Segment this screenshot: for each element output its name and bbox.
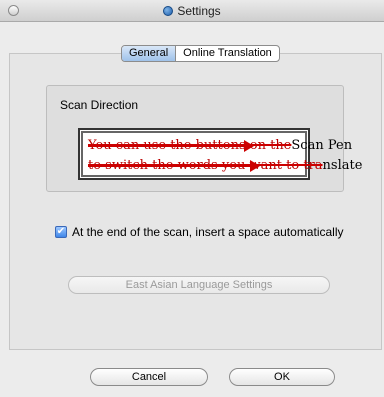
- title-bar: Settings: [0, 0, 384, 22]
- scan-arrow-line-2: [88, 165, 252, 167]
- scan-direction-label: Scan Direction: [60, 98, 139, 112]
- window-title: Settings: [177, 4, 221, 18]
- ok-button[interactable]: OK: [229, 368, 335, 386]
- tab-online-translation[interactable]: Online Translation: [176, 46, 279, 61]
- auto-space-checkbox[interactable]: ✔: [55, 226, 67, 238]
- demo-line-1-end: Scan Pen: [291, 138, 353, 153]
- demo-line-2-end: nslate: [322, 158, 363, 173]
- cancel-button[interactable]: Cancel: [90, 368, 208, 386]
- auto-space-label: At the end of the scan, insert a space a…: [72, 225, 344, 239]
- tab-general[interactable]: General: [122, 46, 177, 61]
- scan-direction-demo[interactable]: You can use the buttons on theScan Pen t…: [78, 128, 362, 180]
- demo-line-1: You can use the buttons on theScan Pen: [88, 136, 352, 156]
- app-icon: [163, 6, 174, 16]
- tab-bar: General Online Translation: [121, 45, 280, 62]
- east-asian-language-settings-button[interactable]: East Asian Language Settings: [68, 276, 330, 294]
- auto-space-option[interactable]: ✔ At the end of the scan, insert a space…: [55, 225, 344, 239]
- window-title-wrap: Settings: [0, 0, 384, 22]
- scan-arrow-head-2: [250, 160, 260, 172]
- scan-arrow-head-1: [244, 140, 254, 152]
- demo-line-2: to switch the words you want to translat…: [88, 156, 362, 176]
- scan-arrow-line-1: [88, 145, 246, 147]
